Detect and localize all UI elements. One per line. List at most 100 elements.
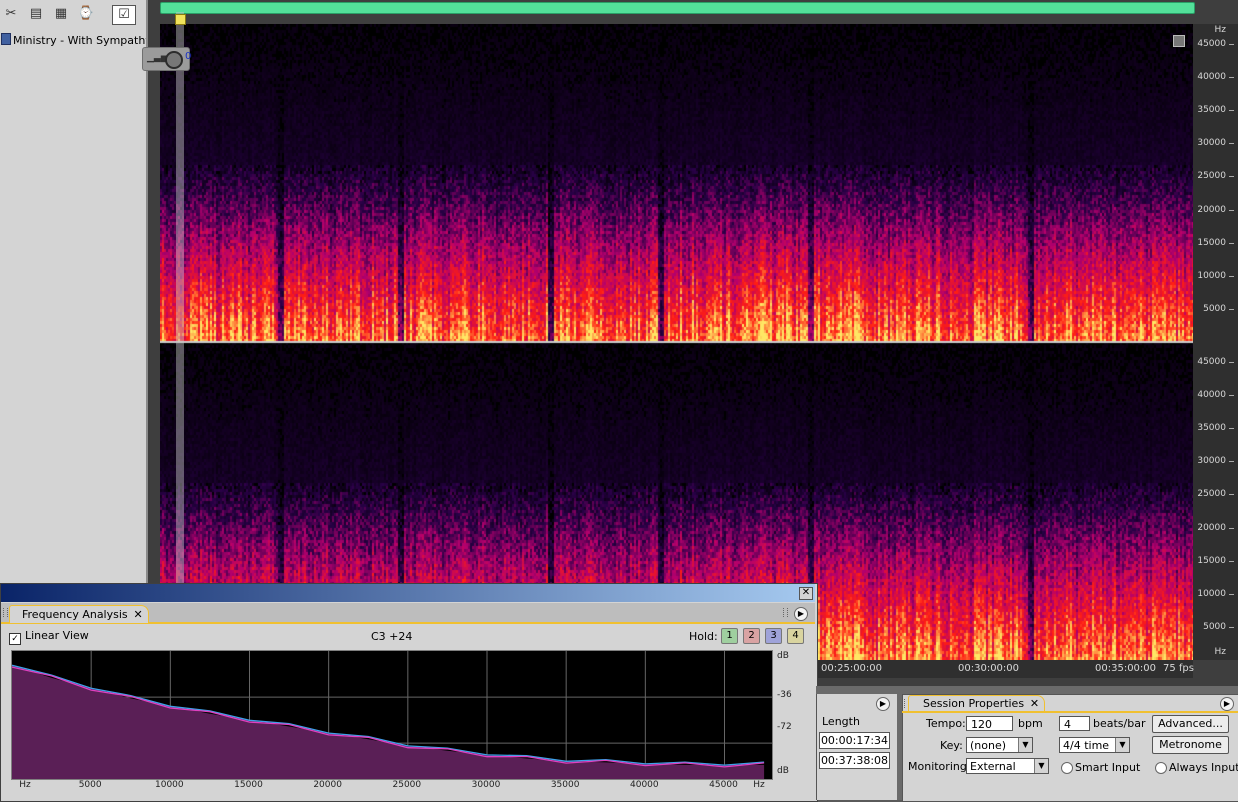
key-select[interactable]: (none) ▼ [966,737,1033,753]
frequency-tick-label: 30000 [471,780,501,790]
grip-icon[interactable] [783,608,788,617]
frequency-tick-label: Hz [19,780,31,790]
time-signature-select[interactable]: 4/4 time ▼ [1059,737,1130,753]
close-icon[interactable]: ✕ [799,587,813,600]
chevron-down-icon[interactable]: ▼ [1034,759,1048,773]
db-label: dB [777,651,789,661]
hz-tick-mark [1229,308,1234,310]
tab-frequency-analysis[interactable]: Frequency Analysis ✕ [9,605,149,623]
metronome-button[interactable]: Metronome [1152,736,1229,754]
tab-close-icon[interactable]: ✕ [133,606,142,623]
smart-input-label: Smart Input [1075,761,1141,774]
overview-scrollbar[interactable] [160,2,1195,14]
tab-session-properties[interactable]: Session Properties ✕ [908,695,1046,712]
checkbox-check-icon[interactable]: ✓ [9,633,21,645]
time-signature-value: 4/4 time [1063,739,1110,752]
chevron-down-icon[interactable]: ▼ [1018,738,1032,752]
grip-icon[interactable] [3,608,8,617]
hz-tick-label: 5000 [1203,621,1226,632]
hz-tick-label: 20000 [1197,522,1226,533]
key-label: Key: [940,739,963,752]
fps-label: 75 fps [1163,663,1194,674]
hz-tick-mark [1229,395,1234,396]
always-input-label: Always Input [1169,761,1238,774]
playhead-handle[interactable] [175,14,186,25]
hold-label: Hold: [689,630,718,643]
hz-tick-label: 10000 [1197,588,1226,599]
spectral-display[interactable] [160,24,1193,660]
files-panel [0,0,148,586]
files-toolbar: ✂ ▤ ▦ ⌚ ☑ [0,0,146,28]
hz-tick-label: 10000 [1197,270,1226,281]
beats-per-bar-field[interactable]: 4 [1059,716,1090,731]
hz-unit-label: Hz [1214,25,1227,35]
tab-label: Frequency Analysis [22,608,128,621]
panel-menu-icon[interactable]: ▶ [794,607,808,621]
hold-button-1[interactable]: 1 [721,628,738,644]
preview-play-icon[interactable]: ⌚ [77,5,95,23]
playhead-cursor[interactable] [176,12,184,592]
timeline-label: 00:35:00:00 [1095,663,1157,674]
key-value: (none) [970,739,1007,752]
tab-close-icon[interactable]: ✕ [1030,696,1039,712]
window-titlebar[interactable] [1,584,815,602]
hz-tick-mark [1229,461,1234,463]
beats-per-bar-label: beats/bar [1093,717,1146,730]
frequency-analysis-window: ✕ Frequency Analysis ✕ ▶ ✓ Linear View C3… [0,583,818,802]
timeline-label: 00:25:00:00 [821,663,883,674]
gain-value[interactable]: 0 [185,51,191,62]
view-length-field[interactable]: 00:37:38:08 [819,752,890,769]
db-scale: dB -36 -72 dB [771,650,809,778]
file-list-item[interactable]: Ministry - With Sympathy.wav [0,33,146,47]
hz-tick-label: 35000 [1197,423,1226,434]
timeline-ruler: 00:25:00:00 00:30:00:00 00:35:00:00 [816,660,1193,678]
show-options-icon[interactable]: ☑ [112,5,136,25]
hz-tick-mark [1229,428,1234,430]
hold-button-3[interactable]: 3 [765,628,782,644]
frequency-tick-label: 20000 [313,780,342,790]
advanced-button[interactable]: Advanced... [1152,715,1229,733]
panel-menu-icon[interactable]: ▶ [876,697,890,711]
hz-tick-label: 20000 [1197,204,1226,215]
file-name: Ministry - With Sympathy.wav [13,34,146,47]
frequency-tick-label: 45000 [709,780,738,790]
hz-tick-label: 5000 [1203,303,1226,314]
frequency-tick-label: Hz [753,780,765,790]
linear-view-checkbox[interactable]: ✓ Linear View [9,629,89,645]
frequency-tick-label: 10000 [155,780,184,790]
gain-hud[interactable]: ▁▃▅ 0 [142,47,191,71]
spectrum-area [12,665,765,779]
frequency-plot[interactable] [11,650,773,780]
db-label: dB [777,766,789,776]
panel-tabstrip: Frequency Analysis ✕ ▶ [1,603,815,624]
insert-cd-icon[interactable]: ▦ [52,5,70,23]
hold-button-4[interactable]: 4 [787,628,804,644]
smart-input-radio[interactable] [1061,762,1073,774]
hz-tick-mark [1229,593,1234,595]
length-header: Length [822,715,860,728]
hz-tick-label: 15000 [1197,555,1226,566]
frequency-tick-label: 40000 [630,780,659,790]
always-input-radio[interactable] [1155,762,1167,774]
hz-tick-mark [1229,176,1234,178]
linear-view-label: Linear View [25,629,89,642]
chevron-down-icon[interactable]: ▼ [1115,738,1129,752]
hz-tick-label: 40000 [1197,72,1226,82]
hz-tick-label: 15000 [1197,237,1226,248]
hz-tick-label: 45000 [1197,356,1226,367]
hold-button-2[interactable]: 2 [743,628,760,644]
panel-menu-icon[interactable]: ▶ [1220,697,1234,711]
tempo-field[interactable]: 120 [966,716,1013,731]
selection-length-field[interactable]: 00:00:17:34 [819,732,890,749]
hz-tick-mark [1229,77,1234,78]
spectrogram-canvas[interactable] [160,24,1193,660]
close-file-icon[interactable]: ✂ [2,5,20,23]
monitoring-select[interactable]: External ▼ [966,758,1049,774]
zoom-corner-icon[interactable] [1173,35,1185,47]
insert-multitrack-icon[interactable]: ▤ [27,5,45,23]
hz-tick-label: 30000 [1197,138,1226,149]
db-label: -72 [777,722,792,732]
gain-knob-icon[interactable] [165,51,183,69]
db-label: -36 [777,690,792,700]
monitoring-value: External [970,760,1016,773]
